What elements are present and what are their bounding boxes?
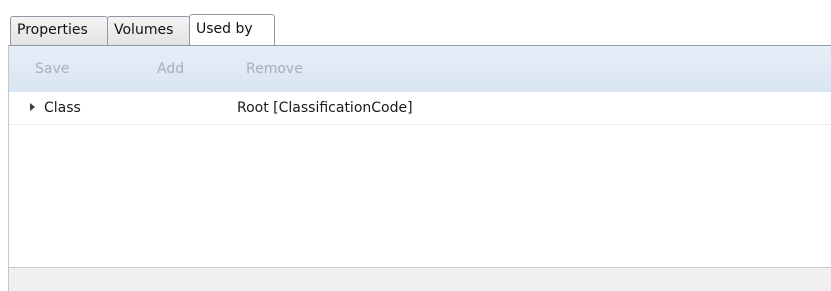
toolbar: Save Add Remove [9, 46, 831, 92]
tab-strip: Properties Volumes Used by [10, 14, 831, 45]
tab-volumes[interactable]: Volumes [107, 16, 190, 45]
tab-content: Save Add Remove Class Root [Classificati… [8, 45, 831, 291]
status-bar [9, 267, 831, 291]
tree-row-value: Root [ClassificationCode] [237, 100, 413, 116]
tab-properties[interactable]: Properties [10, 16, 108, 45]
used-by-panel: Properties Volumes Used by Save Add Remo… [0, 0, 831, 291]
add-button[interactable]: Add [157, 46, 184, 92]
save-button[interactable]: Save [35, 46, 69, 92]
tab-used-by[interactable]: Used by [189, 14, 275, 45]
remove-button[interactable]: Remove [246, 46, 303, 92]
tree-row-name: Class [44, 100, 81, 116]
tree-row[interactable]: Class Root [ClassificationCode] [9, 92, 831, 125]
expand-arrow-icon[interactable] [30, 103, 35, 111]
